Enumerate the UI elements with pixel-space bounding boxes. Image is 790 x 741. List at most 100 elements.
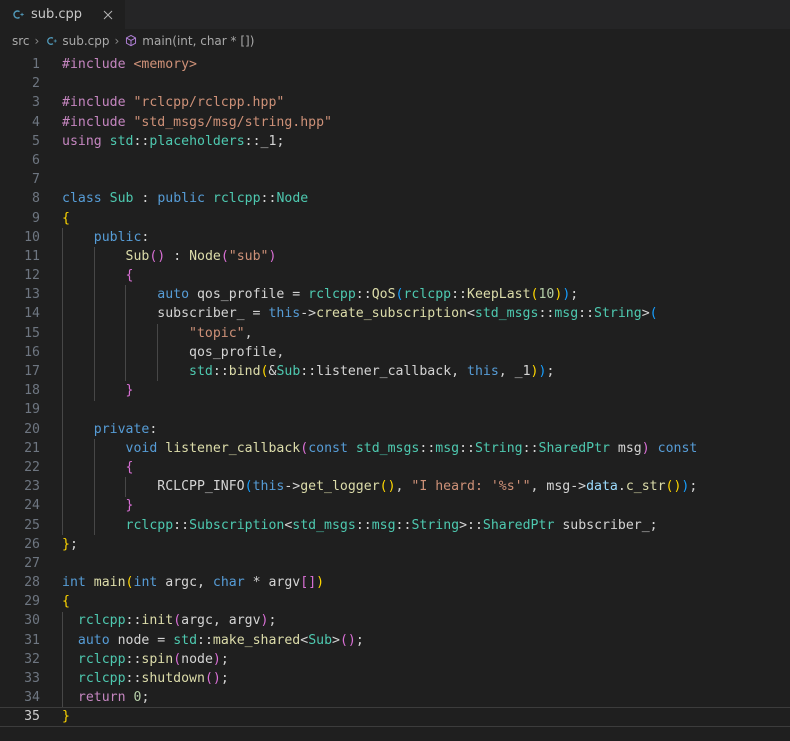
code-line[interactable]: 30 rclcpp::init(argc, argv); xyxy=(0,611,790,630)
cpp-file-icon xyxy=(10,7,25,22)
code-line[interactable]: 35} xyxy=(0,707,790,727)
editor-tab-sub-cpp[interactable]: sub.cpp xyxy=(0,0,126,29)
code-editor[interactable]: 1 #include <memory> 2 3 #include "rclcpp/rcl… xyxy=(0,52,790,741)
code-line[interactable]: 7 xyxy=(0,170,790,189)
code-token: rclcpp xyxy=(403,287,452,303)
code-line[interactable]: 9{ xyxy=(0,209,790,228)
code-line[interactable]: 13 auto qos_profile = rclcpp::QoS(rclcpp… xyxy=(0,285,790,304)
code-line[interactable]: 28 int main(int argc, char * argv[]) xyxy=(0,573,790,592)
code-token: -> xyxy=(570,479,587,495)
code-line[interactable]: 33 rclcpp::shutdown(); xyxy=(0,669,790,688)
breadcrumb-item-sub-cpp[interactable]: sub.cpp xyxy=(44,34,109,48)
code-line[interactable]: 11 Sub() : Node("sub") xyxy=(0,247,790,266)
code-line[interactable]: 6 xyxy=(0,151,790,170)
code-line[interactable]: 2 xyxy=(0,74,790,93)
line-number: 10 xyxy=(24,229,40,245)
code-token: std xyxy=(189,364,213,379)
code-token: ) xyxy=(268,248,277,264)
code-line[interactable]: 27 xyxy=(0,554,790,573)
line-number: 28 xyxy=(24,575,40,591)
code-line[interactable]: 32 rclcpp::spin(node); xyxy=(0,650,790,669)
code-line[interactable]: 12 { xyxy=(0,266,790,285)
code-line-text: rclcpp::init(argc, argv); xyxy=(62,611,277,630)
line-number: 35 xyxy=(24,709,40,725)
code-line[interactable]: 21 void listener_callback(const std_msgs… xyxy=(0,439,790,458)
code-token: using xyxy=(62,133,102,149)
code-line[interactable]: 16 qos_profile, xyxy=(0,343,790,362)
code-token: this xyxy=(252,479,285,495)
code-token: ; xyxy=(141,690,150,706)
code-token: :: xyxy=(173,517,190,533)
code-token: ( xyxy=(125,575,134,591)
code-token: Sub xyxy=(125,248,150,264)
code-line[interactable]: 25 rclcpp::Subscription<std_msgs::msg::S… xyxy=(0,516,790,535)
line-number: 31 xyxy=(24,632,40,648)
code-line[interactable]: 5 using std::placeholders::_1; xyxy=(0,132,790,151)
close-icon[interactable] xyxy=(100,7,116,23)
code-line[interactable]: 1 #include <memory> xyxy=(0,55,790,74)
line-number: 26 xyxy=(24,536,40,552)
code-token: c_str xyxy=(625,479,666,495)
code-token: msg xyxy=(609,440,642,456)
code-line[interactable]: 19 xyxy=(0,400,790,419)
code-line-text: public: xyxy=(62,228,150,247)
code-line[interactable]: 23 RCLCPP_INFO(this->get_logger(), "I he… xyxy=(0,477,790,496)
line-number: 12 xyxy=(24,268,40,284)
code-token: :: xyxy=(244,133,261,149)
code-token: void xyxy=(125,440,158,456)
code-line[interactable]: 18 } xyxy=(0,381,790,400)
code-token: ( xyxy=(649,306,658,322)
code-token: } xyxy=(125,383,134,399)
code-token: * argv xyxy=(244,575,301,591)
code-line[interactable]: 26}; xyxy=(0,535,790,554)
code-token: #include xyxy=(62,114,134,130)
code-line[interactable]: 3 #include "rclcpp/rclcpp.hpp" xyxy=(0,93,790,112)
editor-tab-bar: sub.cpp xyxy=(0,0,790,30)
line-number: 20 xyxy=(24,421,40,437)
code-line[interactable]: 24 } xyxy=(0,496,790,515)
code-token: String xyxy=(594,306,642,322)
code-token: :: xyxy=(212,364,229,379)
code-token: } xyxy=(62,709,70,725)
code-token: rclcpp xyxy=(77,671,126,686)
breadcrumb-item-src[interactable]: src xyxy=(12,35,30,47)
code-line[interactable]: 29 { xyxy=(0,592,790,611)
code-token: char xyxy=(212,575,245,591)
code-line[interactable]: 10 public: xyxy=(0,228,790,247)
code-line[interactable]: 14 subscriber_ = this->create_subscripti… xyxy=(0,304,790,323)
code-token: "std_msgs/msg/string.hpp" xyxy=(133,114,332,130)
breadcrumb-separator: › xyxy=(34,34,40,48)
breadcrumb-label: main(int, char * []) xyxy=(142,34,255,48)
code-line-text: { xyxy=(62,266,134,285)
code-token: return xyxy=(77,690,126,706)
code-line[interactable]: 17 std::bind(&Sub::listener_callback, th… xyxy=(0,362,790,381)
code-line-text: rclcpp::shutdown(); xyxy=(62,669,229,688)
code-content[interactable]: 1 #include <memory> 2 3 #include "rclcpp/rcl… xyxy=(0,52,790,727)
code-line[interactable]: 22 { xyxy=(0,458,790,477)
code-line[interactable]: 20 private: xyxy=(0,420,790,439)
code-line[interactable]: 8 class Sub : public rclcpp::Node xyxy=(0,189,790,208)
code-line[interactable]: 31 auto node = std::make_shared<Sub>(); xyxy=(0,631,790,650)
code-line[interactable]: 4 #include "std_msgs/msg/string.hpp" xyxy=(0,113,790,132)
code-token: ) xyxy=(316,575,325,591)
breadcrumb-item-main-symbol[interactable]: main(int, char * []) xyxy=(124,34,254,48)
code-token: make_shared xyxy=(212,632,301,648)
code-token: :: xyxy=(538,306,555,322)
code-token: ; xyxy=(276,133,285,149)
code-token: int xyxy=(133,575,158,591)
code-token: :: xyxy=(419,440,436,456)
code-token: ; xyxy=(570,287,579,303)
code-token: ; xyxy=(689,479,698,495)
code-line[interactable]: 34 return 0; xyxy=(0,688,790,707)
code-token: std_msgs xyxy=(355,440,420,456)
code-line[interactable]: 15 "topic", xyxy=(0,324,790,343)
code-token: "I heard: '%s'" xyxy=(411,479,531,495)
code-token: node = xyxy=(109,632,174,648)
